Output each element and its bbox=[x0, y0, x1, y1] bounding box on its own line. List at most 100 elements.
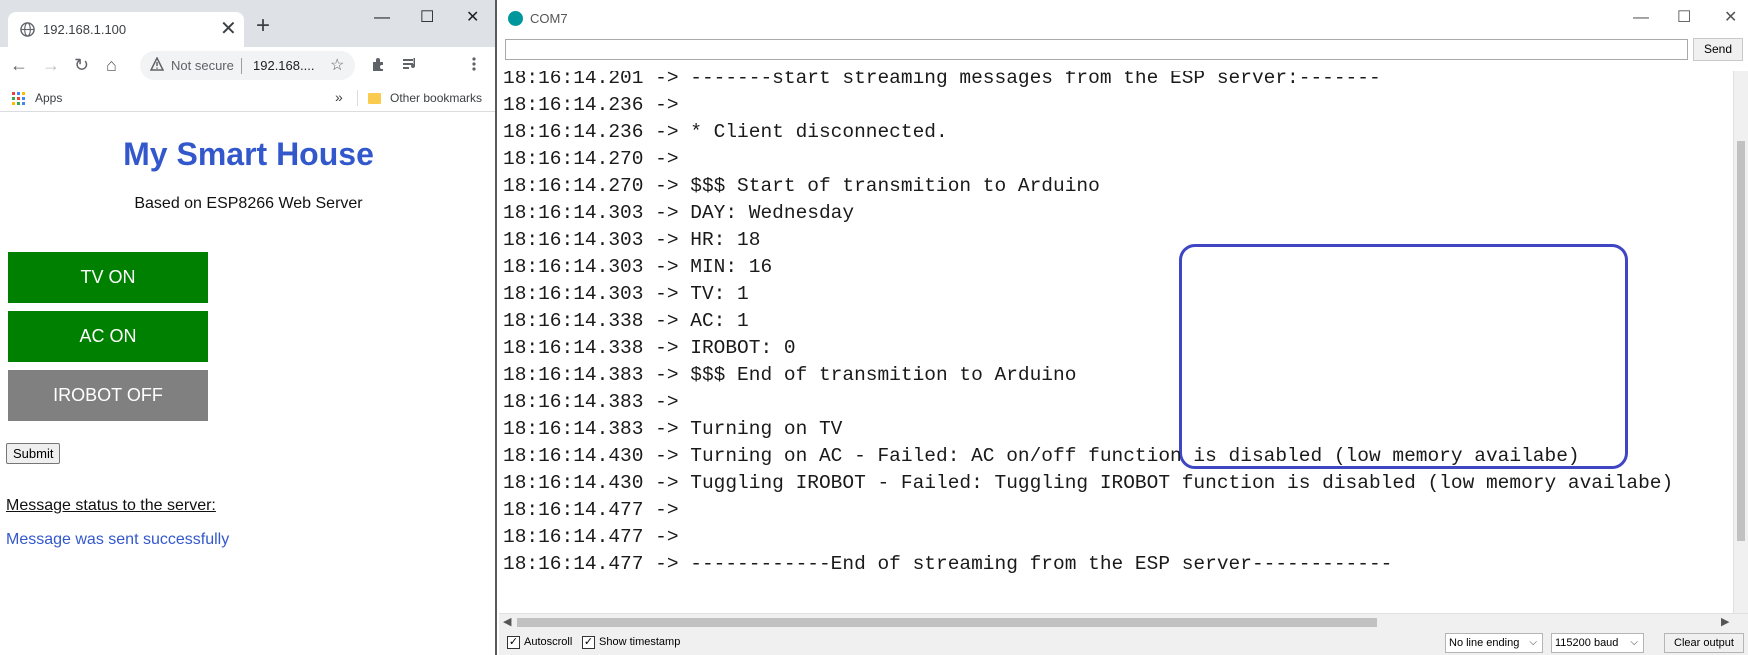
close-window-icon[interactable]: ✕ bbox=[1724, 8, 1737, 28]
serial-message: -------start streaming messages from the… bbox=[690, 71, 1381, 89]
send-button[interactable]: Send bbox=[1693, 38, 1743, 61]
reload-icon[interactable]: ↻ bbox=[74, 55, 89, 75]
serial-timestamp: 18:16:14.383 bbox=[503, 364, 644, 386]
serial-arrow: -> bbox=[655, 121, 679, 143]
other-bookmarks[interactable]: Other bookmarks bbox=[390, 91, 482, 105]
browser-window: 192.168.1.100 ✕ + — ☐ ✕ ← → ↻ ⌂ Not secu… bbox=[0, 0, 497, 655]
tab-title: 192.168.1.100 bbox=[43, 22, 127, 37]
autoscroll-checkbox[interactable]: ✓ bbox=[507, 636, 520, 649]
serial-timestamp: 18:16:14.303 bbox=[503, 256, 644, 278]
serial-arrow: -> bbox=[655, 94, 679, 116]
extensions-icon[interactable] bbox=[370, 56, 386, 72]
forward-icon[interactable]: → bbox=[42, 55, 60, 75]
clear-output-button[interactable]: Clear output bbox=[1664, 633, 1744, 653]
url-text[interactable]: 192.168.... bbox=[253, 58, 314, 73]
vertical-scrollbar[interactable] bbox=[1733, 71, 1748, 613]
serial-line: 18:16:14.383 -> bbox=[503, 389, 690, 416]
folder-icon bbox=[368, 93, 381, 104]
scroll-left-icon[interactable]: ◀ bbox=[503, 614, 511, 631]
apps-grid-icon[interactable] bbox=[12, 92, 25, 105]
line-ending-value: No line ending bbox=[1449, 637, 1520, 649]
serial-arrow: -> bbox=[655, 148, 679, 170]
kebab-menu-icon[interactable] bbox=[472, 56, 476, 72]
serial-arrow: -> bbox=[655, 553, 679, 575]
arduino-logo-icon bbox=[508, 11, 523, 26]
serial-timestamp: 18:16:14.383 bbox=[503, 418, 644, 440]
star-icon[interactable]: ☆ bbox=[330, 55, 344, 75]
serial-timestamp: 18:16:14.477 bbox=[503, 526, 644, 548]
serial-port-title: COM7 bbox=[530, 11, 568, 26]
security-status[interactable]: Not secure bbox=[171, 58, 234, 73]
apps-bookmark[interactable]: Apps bbox=[35, 91, 62, 105]
serial-line: 18:16:14.383 -> Turning on TV bbox=[503, 416, 842, 443]
serial-message: TV: 1 bbox=[690, 283, 749, 305]
serial-message: IROBOT: 0 bbox=[690, 337, 796, 359]
horizontal-scrollbar[interactable]: ◀ ▶ bbox=[499, 613, 1748, 630]
show-timestamp-checkbox[interactable]: ✓ bbox=[582, 636, 595, 649]
tab-strip: 192.168.1.100 ✕ + — ☐ ✕ bbox=[0, 0, 495, 47]
serial-arrow: -> bbox=[655, 175, 679, 197]
serial-arrow: -> bbox=[655, 418, 679, 440]
status-message: Message was sent successfully bbox=[6, 531, 230, 548]
serial-arrow: -> bbox=[655, 337, 679, 359]
serial-timestamp: 18:16:14.201 bbox=[503, 71, 644, 89]
media-control-icon[interactable] bbox=[402, 56, 420, 72]
close-icon[interactable]: ✕ bbox=[220, 19, 237, 39]
serial-arrow: -> bbox=[655, 256, 679, 278]
minimize-icon[interactable]: — bbox=[1633, 8, 1649, 28]
serial-line: 18:16:14.430 -> Tuggling IROBOT - Failed… bbox=[503, 470, 1673, 497]
serial-message: MIN: 16 bbox=[690, 256, 773, 278]
page-title: My Smart House bbox=[123, 136, 374, 172]
new-tab-button[interactable]: + bbox=[256, 14, 270, 38]
maximize-icon[interactable]: ☐ bbox=[1677, 8, 1691, 28]
minimize-icon[interactable]: — bbox=[374, 8, 390, 28]
serial-message: AC: 1 bbox=[690, 310, 749, 332]
serial-message: ------------End of streaming from the ES… bbox=[690, 553, 1393, 575]
serial-arrow: -> bbox=[655, 364, 679, 386]
serial-output[interactable]: 18:16:14.201 -> -------start streaming m… bbox=[499, 71, 1733, 613]
serial-line: 18:16:14.430 -> Turning on AC - Failed: … bbox=[503, 443, 1580, 470]
serial-timestamp: 18:16:14.303 bbox=[503, 283, 644, 305]
line-ending-select[interactable]: No line ending ⌵ bbox=[1445, 633, 1543, 653]
scroll-right-icon[interactable]: ▶ bbox=[1721, 614, 1729, 631]
serial-send-input[interactable] bbox=[505, 39, 1688, 60]
serial-line: 18:16:14.477 -> ------------End of strea… bbox=[503, 551, 1392, 578]
address-bar[interactable]: Not secure 192.168.... ☆ bbox=[140, 51, 355, 80]
serial-message: Tuggling IROBOT - Failed: Tuggling IROBO… bbox=[690, 472, 1674, 494]
serial-message: $$$ End of transmition to Arduino bbox=[690, 364, 1077, 386]
serial-message: Turning on AC - Failed: AC on/off functi… bbox=[690, 445, 1580, 467]
serial-arrow: -> bbox=[655, 310, 679, 332]
status-label: Message status to the server: bbox=[6, 497, 216, 514]
home-icon[interactable]: ⌂ bbox=[106, 55, 117, 75]
browser-tab[interactable]: 192.168.1.100 ✕ bbox=[8, 12, 244, 47]
serial-line: 18:16:14.303 -> MIN: 16 bbox=[503, 254, 772, 281]
vertical-scroll-thumb[interactable] bbox=[1737, 141, 1745, 541]
serial-arrow: -> bbox=[655, 391, 679, 413]
serial-timestamp: 18:16:14.430 bbox=[503, 445, 644, 467]
warning-icon[interactable] bbox=[150, 57, 164, 71]
serial-monitor-window: COM7 — ☐ ✕ Send 18:16:14.201 -> -------s… bbox=[499, 0, 1748, 655]
serial-arrow: -> bbox=[655, 202, 679, 224]
serial-arrow: -> bbox=[655, 71, 679, 89]
maximize-icon[interactable]: ☐ bbox=[420, 8, 434, 28]
serial-timestamp: 18:16:14.338 bbox=[503, 310, 644, 332]
bookmarks-overflow-icon[interactable]: » bbox=[335, 89, 343, 105]
baud-rate-value: 115200 baud bbox=[1555, 637, 1619, 649]
tv-toggle-button[interactable]: TV ON bbox=[8, 252, 208, 303]
serial-timestamp: 18:16:14.430 bbox=[503, 472, 644, 494]
bookmarks-bar: Apps » Other bookmarks bbox=[0, 84, 495, 112]
serial-line: 18:16:14.270 -> bbox=[503, 146, 690, 173]
serial-timestamp: 18:16:14.477 bbox=[503, 499, 644, 521]
ac-toggle-button[interactable]: AC ON bbox=[8, 311, 208, 362]
close-window-icon[interactable]: ✕ bbox=[466, 8, 479, 28]
serial-line: 18:16:14.303 -> DAY: Wednesday bbox=[503, 200, 854, 227]
omnibox-divider bbox=[241, 58, 242, 74]
serial-timestamp: 18:16:14.338 bbox=[503, 337, 644, 359]
baud-rate-select[interactable]: 115200 baud ⌵ bbox=[1551, 633, 1644, 653]
bookmarks-divider bbox=[357, 90, 358, 106]
irobot-toggle-button[interactable]: IROBOT OFF bbox=[8, 370, 208, 421]
horizontal-scroll-thumb[interactable] bbox=[517, 618, 1377, 627]
serial-arrow: -> bbox=[655, 499, 679, 521]
submit-button[interactable]: Submit bbox=[6, 443, 61, 464]
back-icon[interactable]: ← bbox=[10, 55, 28, 75]
